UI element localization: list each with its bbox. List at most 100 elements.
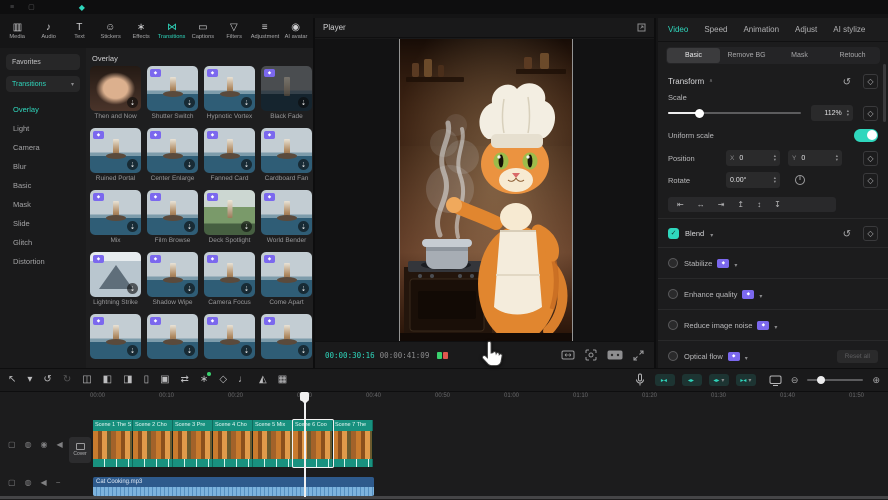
transition-thumbnail[interactable] — [90, 66, 141, 111]
category-dropdown[interactable]: Transitions — [6, 76, 80, 92]
transition-thumbnail[interactable] — [204, 128, 255, 173]
toolbar-tab[interactable]: ▭ Captions — [187, 22, 218, 40]
download-icon[interactable] — [241, 345, 252, 356]
transition-thumbnail[interactable] — [204, 66, 255, 111]
download-icon[interactable] — [241, 97, 252, 108]
download-icon[interactable] — [241, 221, 252, 232]
optical-flow-checkbox[interactable] — [668, 351, 678, 361]
inspector-tab[interactable]: Adjust — [795, 25, 817, 34]
time-ruler[interactable]: 00:0000:1000:2000:3000:4000:5001:0001:10… — [90, 393, 888, 399]
inspector-subtab[interactable]: Retouch — [826, 48, 879, 63]
transition-item[interactable]: Deck Spotlight — [204, 190, 255, 246]
chevron-down-icon[interactable] — [710, 224, 713, 242]
timeline-clip[interactable]: Scene 2 Cho — [133, 420, 173, 467]
track-lock-icon[interactable]: ▢ — [8, 478, 16, 487]
inspector-tab[interactable]: Speed — [704, 25, 727, 34]
menu-icon[interactable]: ≡ — [10, 4, 14, 11]
transition-thumbnail[interactable] — [147, 252, 198, 297]
track-hide-icon[interactable]: ◉ — [41, 440, 48, 449]
download-icon[interactable] — [298, 97, 309, 108]
download-icon[interactable] — [127, 159, 138, 170]
transition-item[interactable]: Ruined Portal — [90, 128, 141, 184]
reduce-noise-checkbox[interactable] — [668, 320, 678, 330]
audio-clip[interactable]: Cat Cooking.mp3 — [93, 477, 374, 496]
inspector-tab[interactable]: AI stylize — [833, 25, 865, 34]
stepper-icon[interactable] — [836, 154, 838, 162]
keyframe-scale-icon[interactable] — [863, 106, 878, 121]
link-toggle[interactable]: ▸◂ ▾ — [736, 374, 756, 386]
toolbar-tab[interactable]: ≡ Adjustment — [249, 22, 280, 40]
transition-item[interactable]: Lightning Strike — [90, 252, 141, 308]
sidebar-category-item[interactable]: Camera — [0, 138, 86, 157]
screen-record-icon[interactable]: ▦ — [278, 374, 287, 386]
rotate-dial-icon[interactable] — [794, 174, 806, 186]
sidebar-category-item[interactable]: Light — [0, 119, 86, 138]
download-icon[interactable] — [298, 283, 309, 294]
align-bottom-icon[interactable]: ↧ — [774, 197, 781, 212]
download-icon[interactable] — [184, 159, 195, 170]
keyframe-blend-icon[interactable] — [863, 226, 878, 241]
download-icon[interactable] — [184, 345, 195, 356]
transition-thumbnail[interactable] — [261, 252, 312, 297]
smart-tool-icon[interactable]: ∗ — [200, 374, 208, 386]
sidebar-category-item[interactable]: Slide — [0, 214, 86, 233]
timeline-zoom-slider[interactable] — [807, 379, 863, 381]
keyframe-transform-icon[interactable] — [863, 74, 878, 89]
toolbar-tab[interactable]: ∗ Effects — [126, 22, 157, 40]
transition-item[interactable]: Camera Focus — [204, 252, 255, 308]
scale-value-box[interactable]: 112% — [811, 105, 853, 121]
transition-item[interactable]: Hypnotic Vortex — [204, 66, 255, 122]
toolbar-tab[interactable]: ▥ Media — [2, 22, 33, 40]
download-icon[interactable] — [127, 283, 138, 294]
collapse-icon[interactable]: ∧ — [709, 78, 713, 84]
window-icon[interactable]: ▢ — [28, 3, 35, 11]
timeline-clip[interactable]: Scene 7 The — [333, 420, 373, 467]
toolbar-tab[interactable]: T Text — [64, 22, 95, 40]
aspect-ratio-icon[interactable] — [561, 350, 575, 360]
toolbar-tab[interactable]: ♪ Audio — [33, 22, 64, 40]
keyframe-rotate-icon[interactable] — [863, 173, 878, 188]
transition-item[interactable]: Mix — [90, 190, 141, 246]
redo-icon[interactable]: ↻ — [63, 374, 71, 386]
transition-thumbnail[interactable] — [90, 190, 141, 235]
chevron-down-icon[interactable] — [774, 316, 777, 334]
download-icon[interactable] — [184, 221, 195, 232]
keyframe-position-icon[interactable] — [863, 151, 878, 166]
transition-item[interactable]: Then and Now — [90, 66, 141, 122]
mirror-icon[interactable]: ⇄ — [181, 374, 189, 386]
transition-thumbnail[interactable] — [147, 66, 198, 111]
transition-item[interactable]: Come Apart — [261, 252, 312, 308]
align-right-icon[interactable]: ⇥ — [718, 197, 725, 212]
transition-thumbnail[interactable] — [204, 314, 255, 359]
transition-in-toggle[interactable]: ▸◂ — [655, 374, 675, 386]
snap-toggle[interactable]: ◂▸ ▾ — [709, 374, 729, 386]
transition-thumbnail[interactable] — [261, 128, 312, 173]
zoom-out-icon[interactable]: ⊖ — [791, 375, 799, 386]
timeline-clip[interactable]: Scene 4 Cho — [213, 420, 253, 467]
reset-all-button[interactable]: Reset all — [837, 350, 878, 363]
transition-item[interactable] — [204, 314, 255, 368]
inspector-subtab[interactable]: Remove BG — [720, 48, 773, 63]
sidebar-category-item[interactable]: Overlay — [0, 100, 86, 119]
reset-transform-icon[interactable] — [843, 72, 851, 90]
transition-thumbnail[interactable] — [204, 190, 255, 235]
position-x-box[interactable]: X 0 — [726, 150, 780, 166]
inspector-subtab[interactable]: Mask — [773, 48, 826, 63]
toolbar-tab[interactable]: ⋈ Transitions — [157, 22, 188, 40]
inspector-subtab[interactable]: Basic — [667, 48, 720, 63]
transition-out-toggle[interactable]: ◂▸ — [682, 374, 702, 386]
transition-item[interactable]: Cardboard Fan — [261, 128, 312, 184]
track-mute-icon[interactable]: ◀ — [57, 440, 63, 449]
logo-mark-icon[interactable]: ◆ — [79, 3, 85, 12]
download-icon[interactable] — [184, 283, 195, 294]
download-icon[interactable] — [241, 283, 252, 294]
transition-item[interactable]: Film Browse — [147, 190, 198, 246]
voiceover-mic-icon[interactable] — [634, 373, 646, 387]
download-icon[interactable] — [127, 345, 138, 356]
download-icon[interactable] — [298, 159, 309, 170]
inspector-tab[interactable]: Video — [668, 25, 688, 34]
transition-thumbnail[interactable] — [147, 128, 198, 173]
horizontal-scrollbar[interactable] — [0, 496, 888, 499]
extract-audio-icon[interactable]: ◭ — [259, 374, 267, 386]
timeline-clip[interactable]: Scene 1 The S — [93, 420, 133, 467]
